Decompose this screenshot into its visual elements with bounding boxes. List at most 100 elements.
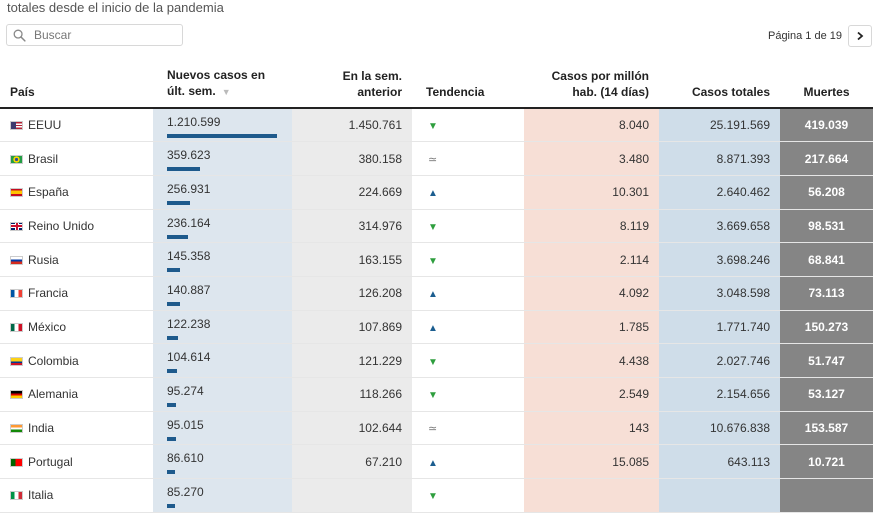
country-name: Colombia <box>28 353 79 368</box>
next-page-button[interactable] <box>848 25 872 47</box>
cases-per-million-cell <box>524 478 659 513</box>
country-cell: EEUU <box>0 108 153 143</box>
new-cases-bar <box>167 268 180 273</box>
column-header-previous-week[interactable]: En la sem. anterior <box>292 62 412 109</box>
france-flag-icon <box>10 289 23 299</box>
new-cases-cell: 95.274 <box>153 377 292 412</box>
sort-desc-icon: ▼ <box>221 87 231 97</box>
country-cell: India <box>0 411 153 446</box>
country-cell: Italia <box>0 478 153 513</box>
column-header-trend[interactable]: Tendencia <box>412 62 524 109</box>
new-cases-value: 104.614 <box>167 350 211 365</box>
column-header-new-cases[interactable]: Nuevos casos en últ. sem. ▼ <box>153 62 292 109</box>
column-header-deaths[interactable]: Muertes <box>780 62 873 109</box>
spain-flag-icon <box>10 188 23 198</box>
trend-cell: ▼ <box>412 343 524 378</box>
previous-week-cell: 163.155 <box>292 242 412 277</box>
country-name: Brasil <box>28 151 59 166</box>
colombia-flag-icon <box>10 356 23 366</box>
new-cases-value: 256.931 <box>167 181 211 196</box>
total-cases-cell: 2.154.656 <box>659 377 780 412</box>
india-flag-icon <box>10 424 23 434</box>
search-box[interactable] <box>6 24 183 46</box>
total-cases-cell: 1.771.740 <box>659 310 780 345</box>
column-header-cases-per-million[interactable]: Casos por millón hab. (14 días) <box>524 62 659 109</box>
total-cases-cell: 10.676.838 <box>659 411 780 446</box>
table-row: Colombia 104.614 121.229 ▼ 4.438 2.027.746 51.… <box>0 343 873 378</box>
country-cell: Alemania <box>0 377 153 412</box>
country-name: Francia <box>28 286 69 301</box>
country-name: España <box>28 185 69 200</box>
column-header-total-cases[interactable]: Casos totales <box>659 62 780 109</box>
previous-week-cell: 314.976 <box>292 209 412 244</box>
germany-flag-icon <box>10 390 23 400</box>
new-cases-value: 359.623 <box>167 148 211 163</box>
deaths-cell: 150.273 <box>780 310 873 345</box>
deaths-cell: 56.208 <box>780 175 873 210</box>
table-row: Francia 140.887 126.208 ▲ 4.092 3.048.598 73.1… <box>0 276 873 311</box>
total-cases-cell: 3.698.246 <box>659 242 780 277</box>
previous-week-cell: 380.158 <box>292 141 412 176</box>
trend-stable-icon: ≃ <box>428 153 438 166</box>
new-cases-value: 122.238 <box>167 316 211 331</box>
deaths-cell: 51.747 <box>780 343 873 378</box>
new-cases-cell: 95.015 <box>153 411 292 446</box>
table-row: España 256.931 224.669 ▲ 10.301 2.640.462 56.2… <box>0 175 873 210</box>
new-cases-bar <box>167 504 175 509</box>
country-name: México <box>28 319 67 334</box>
cases-per-million-cell: 4.092 <box>524 276 659 311</box>
new-cases-cell: 86.610 <box>153 444 292 480</box>
cases-per-million-cell: 15.085 <box>524 444 659 480</box>
table-row: Alemania 95.274 118.266 ▼ 2.549 2.154.656 53.1… <box>0 377 873 412</box>
russia-flag-icon <box>10 255 23 265</box>
cases-per-million-cell: 8.040 <box>524 108 659 143</box>
table-row: Italia 85.270 ▼ <box>0 478 873 513</box>
trend-cell: ▲ <box>412 310 524 345</box>
trend-down-icon: ▼ <box>428 255 438 267</box>
country-name: India <box>28 421 55 436</box>
new-cases-cell: 85.270 <box>153 478 292 513</box>
total-cases-cell: 3.048.598 <box>659 276 780 311</box>
trend-up-icon: ▲ <box>428 322 438 334</box>
trend-down-icon: ▼ <box>428 491 438 503</box>
previous-week-cell: 121.229 <box>292 343 412 378</box>
trend-down-icon: ▼ <box>428 390 438 402</box>
new-cases-cell: 1.210.599 <box>153 108 292 143</box>
previous-week-cell: 107.869 <box>292 310 412 345</box>
new-cases-cell: 256.931 <box>153 175 292 210</box>
country-name: EEUU <box>28 118 62 133</box>
trend-cell: ▼ <box>412 108 524 143</box>
country-cell: Colombia <box>0 343 153 378</box>
new-cases-bar <box>167 234 188 239</box>
trend-up-icon: ▲ <box>428 457 438 469</box>
table-row: India 95.015 102.644 ≃ 143 10.676.838 153.587 <box>0 411 873 446</box>
country-cell: Portugal <box>0 444 153 480</box>
trend-cell: ▼ <box>412 242 524 277</box>
italy-flag-icon <box>10 491 23 501</box>
cases-per-million-cell: 2.549 <box>524 377 659 412</box>
deaths-cell <box>780 478 873 513</box>
trend-up-icon: ▲ <box>428 289 438 301</box>
new-cases-cell: 236.164 <box>153 209 292 244</box>
new-cases-value: 86.610 <box>167 451 204 466</box>
new-cases-cell: 145.358 <box>153 242 292 277</box>
previous-week-cell: 224.669 <box>292 175 412 210</box>
new-cases-cell: 122.238 <box>153 310 292 345</box>
previous-week-cell: 1.450.761 <box>292 108 412 143</box>
new-cases-bar <box>167 134 277 138</box>
new-cases-bar <box>167 335 178 340</box>
country-cell: Rusia <box>0 242 153 277</box>
new-cases-value: 95.274 <box>167 384 204 398</box>
previous-week-cell <box>292 478 412 513</box>
column-header-country[interactable]: País <box>0 62 153 109</box>
table-row: Reino Unido 236.164 314.976 ▼ 8.119 3.669.658… <box>0 209 873 244</box>
total-cases-cell <box>659 478 780 513</box>
new-cases-value: 1.210.599 <box>167 115 221 129</box>
cases-per-million-cell: 4.438 <box>524 343 659 378</box>
trend-down-icon: ▼ <box>428 221 438 233</box>
search-input[interactable] <box>34 28 174 42</box>
trend-cell: ≃ <box>412 411 524 446</box>
deaths-cell: 153.587 <box>780 411 873 446</box>
cases-per-million-cell: 10.301 <box>524 175 659 210</box>
brazil-flag-icon <box>10 154 23 164</box>
